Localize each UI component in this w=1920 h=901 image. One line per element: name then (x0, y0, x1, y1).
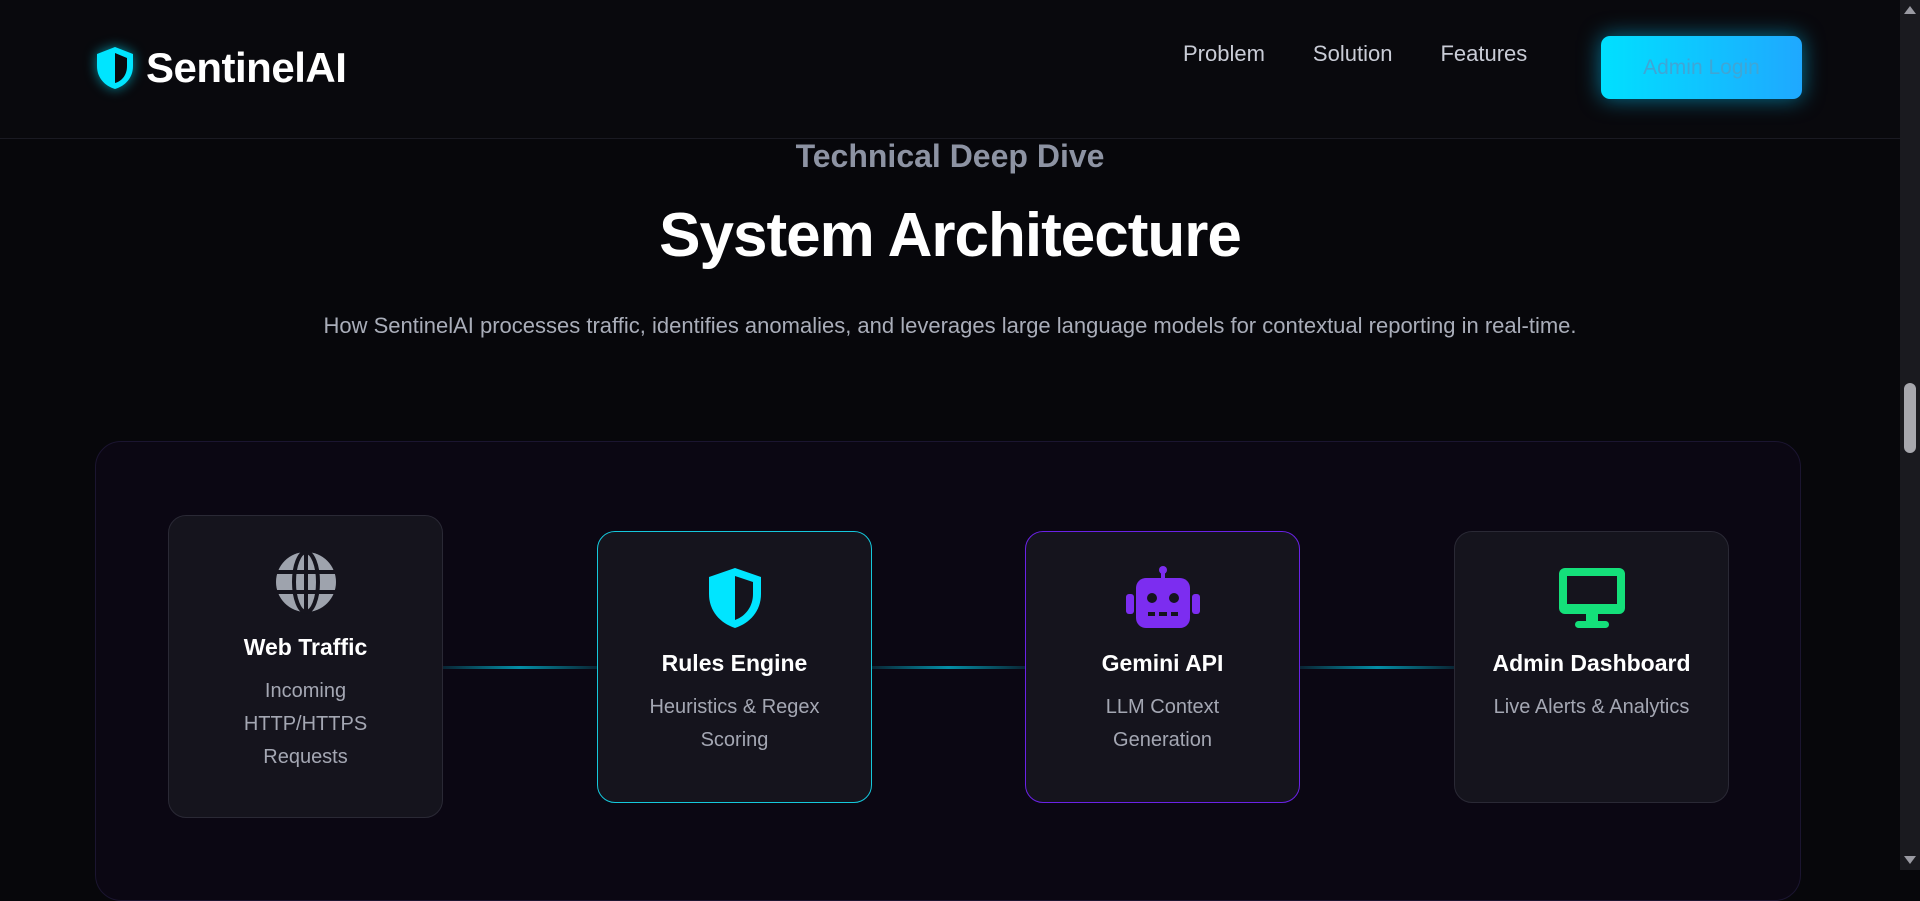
flow-connector (442, 666, 597, 669)
main-nav: Problem Solution Features (1183, 40, 1527, 68)
globe-icon (169, 550, 442, 614)
card-description: LLM Context Generation (1105, 696, 1220, 751)
architecture-card-gemini-api: Gemini API LLM Context Generation (1025, 531, 1300, 803)
nav-link-problem[interactable]: Problem (1183, 40, 1265, 68)
desktop-icon (1455, 566, 1728, 630)
admin-login-button[interactable]: Admin Login (1601, 36, 1802, 99)
flow-connector (871, 666, 1026, 669)
scrollbar-thumb[interactable] (1904, 383, 1916, 453)
card-description: Heuristics & Regex Scoring (649, 696, 820, 751)
section-eyebrow: Technical Deep Dive (795, 138, 1105, 174)
shield-half-icon (94, 45, 136, 91)
section-subtitle: How SentinelAI processes traffic, identi… (323, 313, 1577, 338)
architecture-card-rules-engine: Rules Engine Heuristics & Regex Scoring (597, 531, 872, 803)
nav-link-solution[interactable]: Solution (1313, 40, 1393, 68)
card-title: Gemini API (1101, 650, 1224, 676)
brand-name: SentinelAI (146, 44, 347, 91)
scroll-up-arrow-icon[interactable] (1904, 6, 1916, 14)
nav-link-features[interactable]: Features (1440, 40, 1527, 68)
robot-icon (1026, 566, 1299, 630)
scroll-down-arrow-icon[interactable] (1904, 856, 1916, 864)
brand-logo[interactable]: SentinelAI (94, 44, 347, 92)
card-description: Incoming HTTP/HTTPS Requests (243, 680, 368, 768)
section-title: System Architecture (659, 201, 1242, 270)
shield-half-icon (598, 566, 871, 630)
architecture-card-web-traffic: Web Traffic Incoming HTTP/HTTPS Requests (168, 515, 443, 818)
card-title: Admin Dashboard (1492, 650, 1691, 676)
architecture-card-admin-dashboard: Admin Dashboard Live Alerts & Analytics (1454, 531, 1729, 803)
card-title: Rules Engine (661, 650, 808, 676)
site-header: SentinelAI Problem Solution Features Adm… (0, 0, 1900, 139)
flow-connector (1300, 666, 1455, 669)
card-title: Web Traffic (243, 634, 368, 660)
card-description: Live Alerts & Analytics (1493, 696, 1690, 718)
page-scrollbar[interactable] (1900, 0, 1920, 870)
